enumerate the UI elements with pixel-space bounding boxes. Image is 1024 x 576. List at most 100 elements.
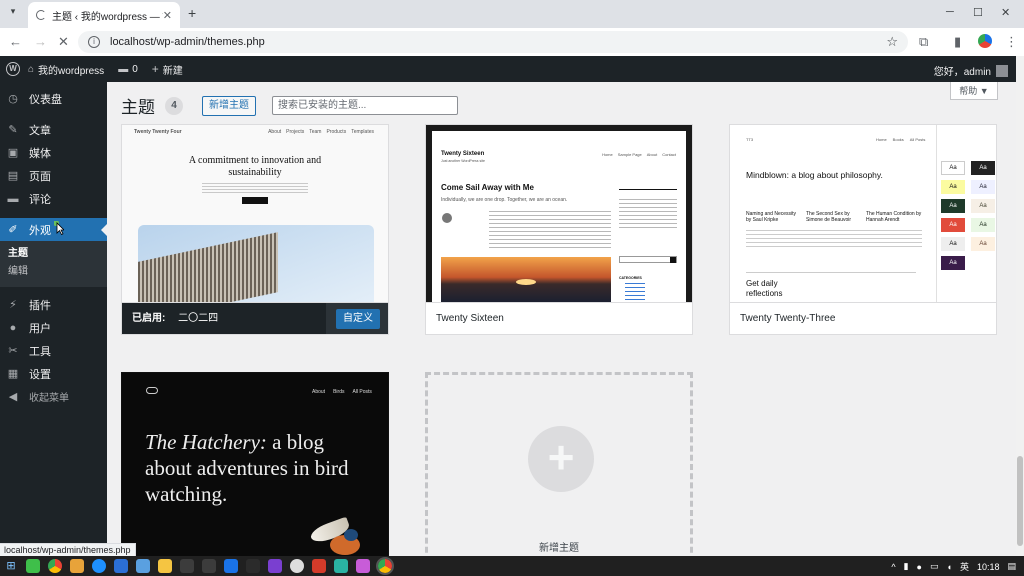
settings-icon: ▦	[7, 368, 19, 380]
collapse-menu-button[interactable]: ◀ 收起菜单	[0, 385, 107, 408]
tray-app-icon[interactable]: ●	[917, 562, 922, 572]
stop-icon[interactable]: ✕	[58, 34, 69, 50]
pin-icon: ✎	[8, 124, 18, 136]
plugin-icon: ⚡	[9, 299, 17, 311]
wps-icon[interactable]	[312, 559, 326, 573]
new-tab-icon[interactable]: +	[188, 5, 196, 21]
wordpress-logo-icon[interactable]: W	[6, 62, 20, 76]
new-content-link[interactable]: + 新建	[152, 62, 183, 77]
app-icon[interactable]	[356, 559, 370, 573]
maximize-icon[interactable]: ☐	[973, 6, 983, 19]
app-icon[interactable]	[202, 559, 216, 573]
chrome-icon[interactable]	[48, 559, 62, 573]
site-name: 我的wordpress	[38, 65, 105, 77]
app-icon[interactable]	[158, 559, 172, 573]
theme-name: Twenty Sixteen	[436, 313, 504, 324]
comments-link[interactable]: ▬ 0	[118, 64, 138, 75]
sidebar-item-media[interactable]: ▣ 媒体	[0, 141, 107, 164]
bookmark-star-icon[interactable]: ☆	[886, 34, 898, 50]
sidepanel-icon[interactable]: ▮	[954, 34, 961, 50]
mouse-cursor-icon	[54, 221, 64, 235]
terminal-icon[interactable]	[246, 559, 260, 573]
close-window-icon[interactable]: ✕	[1001, 6, 1010, 19]
app-icon[interactable]	[136, 559, 150, 573]
add-new-theme-button[interactable]: 新增主题	[202, 95, 256, 116]
theme-card-twentytwentyfour[interactable]: Twenty Twenty Four About Projects Team P…	[121, 124, 389, 335]
notification-icon[interactable]: ▤	[1007, 561, 1016, 572]
sidebar-item-tools[interactable]: ✂ 工具	[0, 339, 107, 362]
style-swatch: Aa	[971, 180, 995, 194]
wechat-icon[interactable]	[26, 559, 40, 573]
shot-paragraph-lines	[202, 183, 308, 193]
theme-screenshot: TT3 Home Books All Posts Mindblown: a bl…	[730, 125, 996, 302]
pycharm-icon[interactable]	[224, 559, 238, 573]
mail-icon[interactable]	[114, 559, 128, 573]
extensions-icon[interactable]: ⧉	[919, 34, 928, 50]
sidebar-item-settings[interactable]: ▦ 设置	[0, 362, 107, 385]
theme-search-input[interactable]: 搜索已安装的主题...	[272, 96, 458, 115]
sidebar-item-pages[interactable]: ▤ 页面	[0, 164, 107, 187]
start-icon[interactable]: ⊞	[4, 559, 18, 573]
site-name-link[interactable]: ⌂ 我的wordpress	[28, 62, 104, 77]
sidebar-item-comments[interactable]: ▬ 评论	[0, 187, 107, 210]
tab-list-icon[interactable]: ▾	[6, 6, 20, 20]
shot-nav-item: All Posts	[352, 389, 372, 395]
sidebar-item-plugins[interactable]: ⚡ 插件	[0, 293, 107, 316]
sidebar-item-label: 设置	[29, 368, 51, 381]
volume-icon[interactable]: ◖	[947, 562, 952, 572]
minimize-icon[interactable]: ─	[946, 6, 954, 18]
file-explorer-icon[interactable]	[70, 559, 84, 573]
plus-icon: +	[528, 426, 594, 492]
site-info-icon[interactable]: i	[88, 36, 100, 48]
user-icon: ●	[9, 321, 17, 334]
clock[interactable]: 10:18	[977, 562, 1000, 572]
shot-building-image	[138, 225, 374, 302]
back-icon[interactable]: ←	[9, 34, 22, 49]
address-bar[interactable]: i localhost/wp-admin/themes.php ☆	[78, 31, 908, 53]
theme-card-twentytwentythree[interactable]: TT3 Home Books All Posts Mindblown: a bl…	[729, 124, 997, 335]
help-tab-button[interactable]: 帮助 ▼	[950, 82, 998, 100]
theme-name-bar: Twenty Twenty-Three	[730, 302, 996, 334]
tray-app-icon[interactable]: ▮	[904, 561, 909, 572]
account-menu[interactable]: 您好，admin	[934, 63, 1008, 78]
chat-icon[interactable]	[290, 559, 304, 573]
submenu-themes[interactable]: 主题	[0, 245, 107, 263]
sidebar-item-label: 文章	[29, 124, 51, 137]
theme-card-hatchery[interactable]: About Birds All Posts The Hatchery: a bl…	[121, 372, 389, 556]
edge-icon[interactable]	[92, 559, 106, 573]
forward-icon[interactable]: →	[34, 34, 47, 49]
app-icon[interactable]	[180, 559, 194, 573]
shot-nav-item: About	[268, 129, 282, 135]
customize-button[interactable]: 自定义	[336, 309, 380, 329]
theme-name: 二〇二四	[178, 313, 219, 324]
shot-nav: About Projects Team Products Templates	[268, 129, 374, 135]
sidebar-item-label: 仪表盘	[29, 93, 62, 106]
wrench-icon: ✂	[8, 345, 18, 357]
browser-tab[interactable]: 主题 ‹ 我的wordpress — Wor ✕	[28, 2, 180, 28]
theme-card-twentysixteen[interactable]: Twenty Sixteen Just another WordPress si…	[425, 124, 693, 335]
sidebar-item-users[interactable]: ● 用户	[0, 316, 107, 339]
page-title: 主题	[121, 98, 155, 117]
profile-avatar[interactable]	[978, 34, 992, 48]
app-icon[interactable]	[334, 559, 348, 573]
customize-area: 自定义	[326, 303, 388, 334]
submenu-editor[interactable]: 编辑	[0, 263, 107, 281]
add-new-theme-card[interactable]: + 新增主题	[425, 372, 693, 556]
style-swatch: Aa	[971, 237, 995, 251]
shot-nav-item: Birds	[333, 389, 345, 395]
shot-headline: Come Sail Away with Me	[441, 183, 534, 192]
menu-icon[interactable]: ⋮	[1005, 34, 1018, 50]
sidebar-item-posts[interactable]: ✎ 文章	[0, 118, 107, 141]
shot-author-avatar	[442, 213, 452, 223]
chrome-active-icon[interactable]	[376, 557, 394, 575]
app-icon[interactable]	[268, 559, 282, 573]
sidebar-item-dashboard[interactable]: ◷ 仪表盘	[0, 87, 107, 110]
close-tab-icon[interactable]: ✕	[163, 9, 172, 22]
tray-chevron-icon[interactable]: ^	[891, 562, 895, 572]
shot-sidebar-lines	[619, 199, 677, 229]
ime-indicator[interactable]: 英	[960, 560, 969, 573]
appearance-submenu: 主题 编辑	[0, 241, 107, 287]
scrollbar-thumb[interactable]	[1017, 456, 1023, 546]
page-scrollbar[interactable]	[1016, 56, 1024, 556]
network-icon[interactable]: ▭	[930, 561, 939, 572]
